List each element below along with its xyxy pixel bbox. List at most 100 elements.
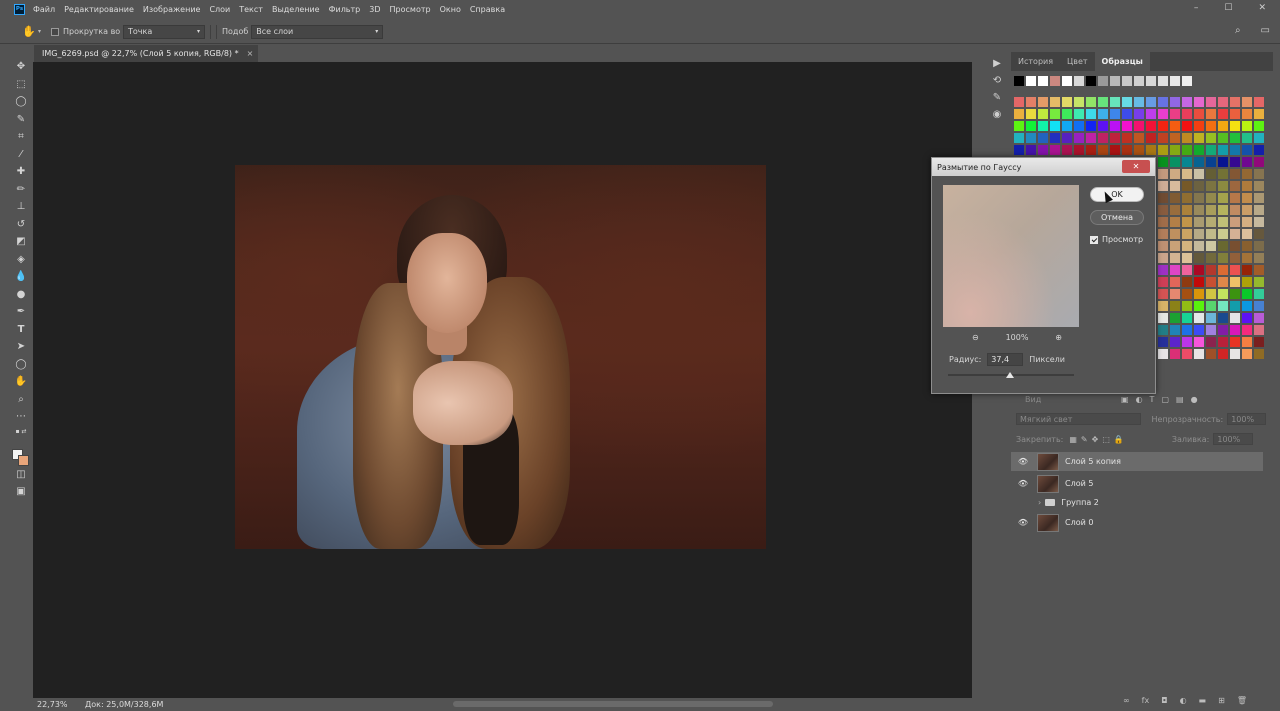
swatch[interactable] bbox=[1146, 133, 1156, 143]
swatch[interactable] bbox=[1146, 97, 1156, 107]
swatch[interactable] bbox=[1182, 121, 1192, 131]
swatch[interactable] bbox=[1158, 181, 1168, 191]
hand-tool-icon[interactable]: ✋ bbox=[12, 373, 30, 391]
eye-icon[interactable]: 👁 bbox=[1016, 518, 1030, 527]
swatch[interactable] bbox=[1122, 97, 1132, 107]
swatch[interactable] bbox=[1098, 133, 1108, 143]
blend-mode-select[interactable]: Мягкий свет bbox=[1016, 413, 1142, 425]
swatch[interactable] bbox=[1254, 253, 1264, 263]
swatch[interactable] bbox=[1182, 337, 1192, 347]
swatch[interactable] bbox=[1230, 145, 1240, 155]
swatch[interactable] bbox=[1206, 121, 1216, 131]
swatch[interactable] bbox=[1218, 313, 1228, 323]
marquee-tool-icon[interactable]: ⬚ bbox=[12, 76, 30, 94]
sample-size-select[interactable]: Точка ▾ bbox=[123, 24, 206, 39]
swatch[interactable] bbox=[1038, 76, 1048, 86]
swatch[interactable] bbox=[1254, 193, 1264, 203]
swatch[interactable] bbox=[1254, 337, 1264, 347]
swatch[interactable] bbox=[1218, 241, 1228, 251]
swatch[interactable] bbox=[1170, 181, 1180, 191]
swatch[interactable] bbox=[1206, 133, 1216, 143]
swatch[interactable] bbox=[1254, 313, 1264, 323]
channels-icon[interactable]: ◉ bbox=[993, 109, 1002, 120]
swatch[interactable] bbox=[1254, 277, 1264, 287]
swatch[interactable] bbox=[1242, 241, 1252, 251]
zoom-in-icon[interactable]: ⊕ bbox=[1055, 333, 1062, 342]
swatch[interactable] bbox=[1110, 76, 1120, 86]
swatch[interactable] bbox=[1050, 109, 1060, 119]
swatch[interactable] bbox=[1134, 76, 1144, 86]
swatch[interactable] bbox=[1230, 97, 1240, 107]
menu-item[interactable]: Редактирование bbox=[64, 5, 134, 14]
swatch[interactable] bbox=[1194, 289, 1204, 299]
swatch[interactable] bbox=[1230, 289, 1240, 299]
swatch[interactable] bbox=[1074, 121, 1084, 131]
radius-input[interactable]: 37,4 bbox=[987, 353, 1024, 366]
swatch[interactable] bbox=[1158, 217, 1168, 227]
swatch[interactable] bbox=[1110, 109, 1120, 119]
swatch[interactable] bbox=[1050, 133, 1060, 143]
swatch[interactable] bbox=[1242, 229, 1252, 239]
swatch[interactable] bbox=[1230, 181, 1240, 191]
swatch[interactable] bbox=[1074, 145, 1084, 155]
swatch[interactable] bbox=[1182, 349, 1192, 359]
swatch[interactable] bbox=[1254, 133, 1264, 143]
type-tool-icon[interactable]: T bbox=[12, 321, 30, 339]
swatch[interactable] bbox=[1230, 241, 1240, 251]
swatch[interactable] bbox=[1254, 181, 1264, 191]
pen-tool-icon[interactable]: ✒ bbox=[12, 303, 30, 321]
menu-item[interactable]: Выделение bbox=[272, 5, 320, 14]
tab-history[interactable]: История bbox=[1011, 52, 1060, 71]
swatch[interactable] bbox=[1014, 121, 1024, 131]
filter-adjustment-icon[interactable]: ◐ bbox=[1136, 395, 1143, 404]
swatch[interactable] bbox=[1218, 277, 1228, 287]
adjustment-layer-icon[interactable]: ◐ bbox=[1180, 696, 1187, 705]
lock-icons[interactable]: ▦✎✥⬚🔒 bbox=[1069, 435, 1127, 444]
menu-item[interactable]: Справка bbox=[470, 5, 505, 14]
swatch[interactable] bbox=[1194, 181, 1204, 191]
swatch[interactable] bbox=[1182, 301, 1192, 311]
minimize-button[interactable]: – bbox=[1194, 3, 1199, 13]
swatch[interactable] bbox=[1158, 265, 1168, 275]
swatch[interactable] bbox=[1026, 121, 1036, 131]
ok-button[interactable]: OK bbox=[1090, 187, 1144, 202]
swatch[interactable] bbox=[1158, 325, 1168, 335]
swatch[interactable] bbox=[1242, 313, 1252, 323]
default-colors-icon[interactable]: ▪ ⇄ bbox=[12, 426, 30, 438]
swatch[interactable] bbox=[1170, 337, 1180, 347]
swatch[interactable] bbox=[1050, 121, 1060, 131]
swatch[interactable] bbox=[1242, 289, 1252, 299]
swatch[interactable] bbox=[1206, 145, 1216, 155]
swatch[interactable] bbox=[1242, 277, 1252, 287]
swatch[interactable] bbox=[1254, 145, 1264, 155]
swatch[interactable] bbox=[1218, 349, 1228, 359]
swatch[interactable] bbox=[1194, 133, 1204, 143]
swatch[interactable] bbox=[1254, 217, 1264, 227]
play-icon[interactable]: ▶ bbox=[993, 58, 1001, 69]
swatch[interactable] bbox=[1242, 157, 1252, 167]
filter-toggle-icon[interactable]: ● bbox=[1191, 395, 1198, 404]
swatch[interactable] bbox=[1170, 265, 1180, 275]
swatch[interactable] bbox=[1170, 349, 1180, 359]
swatch[interactable] bbox=[1182, 253, 1192, 263]
swatch[interactable] bbox=[1242, 217, 1252, 227]
blur-preview[interactable] bbox=[943, 185, 1079, 327]
swatch[interactable] bbox=[1182, 325, 1192, 335]
swatch[interactable] bbox=[1206, 289, 1216, 299]
ellipse-tool-icon[interactable]: ◯ bbox=[12, 356, 30, 374]
swatch[interactable] bbox=[1254, 109, 1264, 119]
swatch[interactable] bbox=[1158, 109, 1168, 119]
maximize-button[interactable]: ☐ bbox=[1224, 3, 1232, 13]
tool-preset-dropdown-icon[interactable]: ▾ bbox=[38, 28, 41, 35]
swatch[interactable] bbox=[1086, 97, 1096, 107]
swatch[interactable] bbox=[1038, 121, 1048, 131]
swatch[interactable] bbox=[1218, 181, 1228, 191]
background-color-swatch[interactable] bbox=[18, 455, 29, 466]
swatch[interactable] bbox=[1158, 337, 1168, 347]
swatch[interactable] bbox=[1170, 97, 1180, 107]
eyedropper-tool-icon[interactable]: ⁄ bbox=[12, 146, 30, 164]
swatch[interactable] bbox=[1170, 169, 1180, 179]
swatch[interactable] bbox=[1194, 145, 1204, 155]
swatch[interactable] bbox=[1218, 157, 1228, 167]
preview-checkbox[interactable] bbox=[1090, 235, 1098, 244]
